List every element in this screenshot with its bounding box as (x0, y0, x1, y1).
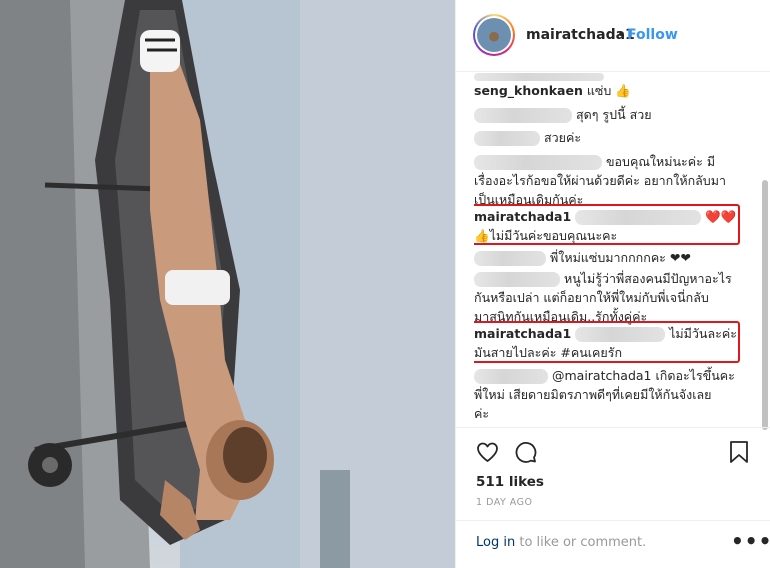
comment-item: พี่ใหม่แซ่บมากกกกคะ ❤❤ (474, 248, 744, 267)
blurred-mention (575, 210, 702, 225)
comment-line: หนูไม่รู้ว่าพี่สองคนมีปัญหาอะไร (474, 269, 744, 288)
comment-text: ไม่มีวันละค่ะ (669, 326, 737, 341)
blurred-username (474, 131, 540, 146)
add-comment-bar: Log in to like or comment. ••• (456, 520, 770, 568)
comment-line: เรื่องอะไรก้อขอให้ผ่านด้วยดีค่ะ อยากให้ก… (474, 173, 726, 188)
login-prompt: Log in to like or comment. (476, 535, 646, 550)
post-photo (0, 0, 455, 568)
login-link[interactable]: Log in (476, 535, 515, 550)
login-prompt-text: to like or comment. (519, 535, 647, 550)
header-separator: • (617, 27, 626, 43)
blurred-username (474, 272, 560, 287)
comment-text: แซ่บ 👍 (586, 83, 631, 98)
comment-line: มันสายไปละค่ะ #คนเคยรัก (474, 345, 623, 360)
comment-line: mairatchada1 ❤️❤️ (474, 207, 744, 226)
heart-icon[interactable] (475, 440, 500, 464)
comment-item: @mairatchada1 เกิดอะไรขึ้นคะ พี่ใหม่ เสี… (474, 366, 744, 423)
comment-text: ขอบคุณใหม่นะค่ะ มี (605, 154, 716, 169)
blurred-mention (575, 327, 666, 342)
comment-text: พี่ใหม่แซ่บมากกกกคะ ❤❤ (549, 250, 691, 265)
avatar[interactable] (473, 14, 515, 56)
comment-line: 👍ไม่มีวันค่ะขอบคุณนะคะ (474, 228, 618, 243)
comment-icon[interactable] (513, 440, 538, 464)
bookmark-icon[interactable] (728, 440, 750, 464)
comment-username[interactable]: mairatchada1 (474, 209, 571, 224)
comment-line: ขอบคุณใหม่นะค่ะ มี (474, 152, 744, 171)
comment-text: สวยค่ะ (543, 130, 582, 145)
comment-item: สวยค่ะ (474, 128, 744, 147)
comment-item-highlighted: mairatchada1 ไม่มีวันละค่ะ มันสายไปละค่ะ… (474, 324, 744, 362)
likes-count[interactable]: 511 likes (476, 474, 544, 490)
comment-line: @mairatchada1 เกิดอะไรขึ้นคะ (474, 366, 744, 385)
comment-text: เกิดอะไรขึ้นคะ (655, 368, 735, 383)
comment-item: ขอบคุณใหม่นะค่ะ มี เรื่องอะไรก้อขอให้ผ่า… (474, 152, 744, 209)
post-actions: 511 likes 1 DAY AGO Log in to like or co… (456, 427, 770, 568)
comment-mention[interactable]: @mairatchada1 (552, 368, 652, 383)
post-side-panel: mairatchada1 • Follow seng_khonkaen แซ่บ… (455, 0, 770, 568)
more-options-icon[interactable]: ••• (731, 529, 770, 553)
comment-username[interactable]: mairatchada1 (474, 326, 571, 341)
comment-text: ❤️❤️ (705, 209, 737, 224)
blurred-username (474, 251, 546, 266)
scrollbar-thumb[interactable] (762, 180, 768, 430)
post-timestamp: 1 DAY AGO (476, 497, 533, 508)
comments-list[interactable]: seng_khonkaen แซ่บ 👍 สุดๆ รูปนี้ สวย สวย… (474, 72, 756, 427)
avatar-ring (475, 16, 513, 54)
comment-username[interactable]: seng_khonkaen (474, 83, 583, 98)
blurred-username (474, 155, 602, 170)
comment-item: หนูไม่รู้ว่าพี่สองคนมีปัญหาอะไร กันหรือเ… (474, 269, 744, 326)
comment-line: กันหรือเปล่า แต่ก็อยากให้พี่ใหม่กับพี่เจ… (474, 290, 709, 305)
comment-item-highlighted: mairatchada1 ❤️❤️ 👍ไม่มีวันค่ะขอบคุณนะคะ (474, 207, 744, 245)
comment-line: ค่ะ (474, 406, 490, 421)
comment-line: mairatchada1 ไม่มีวันละค่ะ (474, 324, 744, 343)
post-header: mairatchada1 • Follow (456, 0, 770, 72)
follow-button[interactable]: Follow (627, 27, 678, 43)
photo-illustration (0, 0, 455, 568)
comment-text: สุดๆ รูปนี้ สวย (575, 107, 652, 122)
comment-text: หนูไม่รู้ว่าพี่สองคนมีปัญหาอะไร (563, 271, 732, 286)
blurred-text (474, 72, 604, 81)
blurred-username (474, 369, 548, 384)
blurred-username (474, 108, 572, 123)
comment-item: สุดๆ รูปนี้ สวย (474, 105, 744, 124)
avatar-image (477, 18, 511, 52)
comment-item: seng_khonkaen แซ่บ 👍 (474, 81, 744, 100)
comment-line: พี่ใหม่ เสียดายมิตรภาพดีๆที่เคยมีให้กันจ… (474, 387, 712, 402)
